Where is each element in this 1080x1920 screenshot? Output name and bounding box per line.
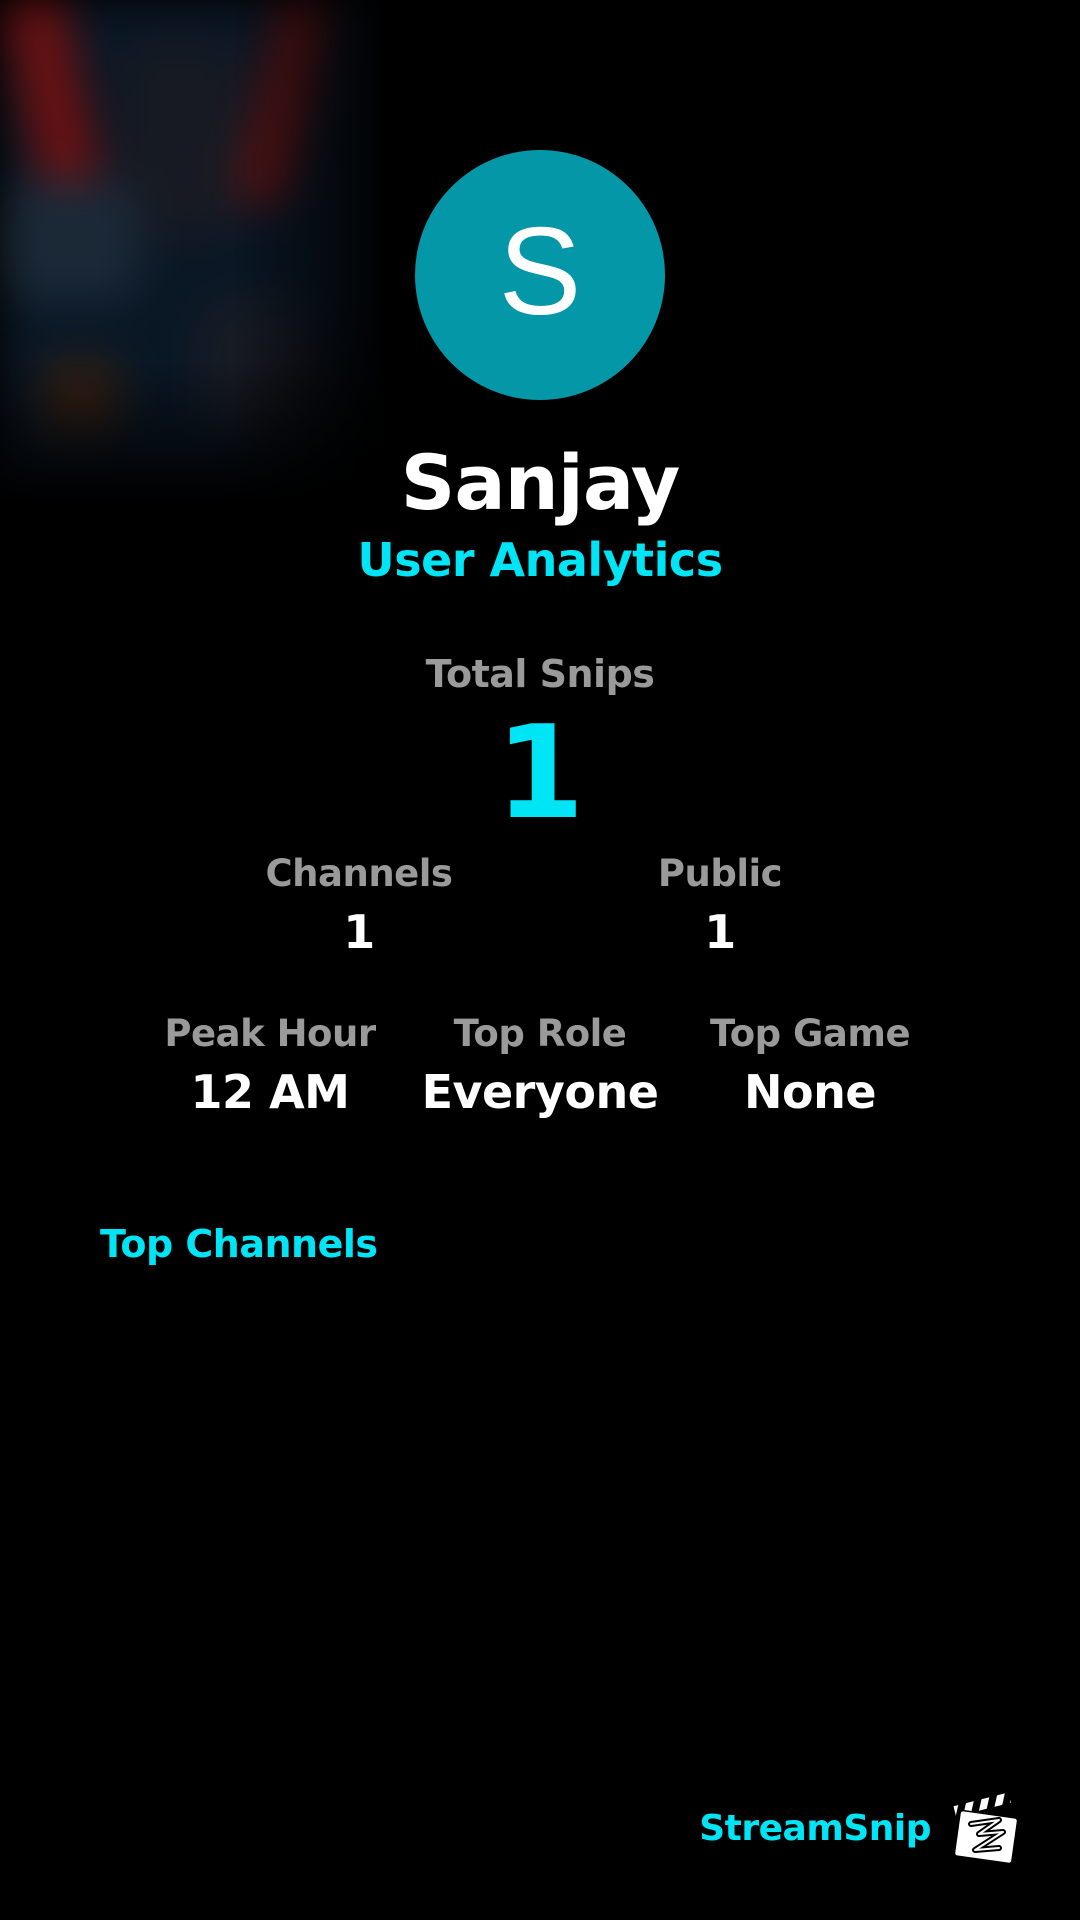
channels-stat: Channels 1 xyxy=(259,852,459,959)
top-game-label: Top Game xyxy=(709,1012,911,1055)
public-label: Public xyxy=(657,852,783,895)
top-role-value: Everyone xyxy=(421,1065,659,1119)
peak-hour-stat: Peak Hour 12 AM xyxy=(150,1012,390,1119)
peak-hour-label: Peak Hour xyxy=(164,1012,376,1055)
avatar: S xyxy=(415,150,665,400)
page-subtitle: User Analytics xyxy=(357,533,723,587)
total-snips-value: 1 xyxy=(495,699,585,848)
top-channels-heading: Top Channels xyxy=(100,1222,378,1266)
public-stat: Public 1 xyxy=(620,852,820,959)
user-name: Sanjay xyxy=(400,438,681,527)
public-value: 1 xyxy=(704,905,736,959)
peak-hour-value: 12 AM xyxy=(190,1065,350,1119)
avatar-initial: S xyxy=(498,203,582,341)
channels-label: Channels xyxy=(265,852,453,895)
brand-footer: StreamSnip xyxy=(699,1790,1025,1866)
brand-name: StreamSnip xyxy=(699,1807,931,1849)
total-snips-label: Total Snips xyxy=(425,652,655,696)
top-role-label: Top Role xyxy=(453,1012,627,1055)
top-game-stat: Top Game None xyxy=(690,1012,930,1119)
top-role-stat: Top Role Everyone xyxy=(415,1012,665,1119)
channels-value: 1 xyxy=(343,905,375,959)
clapperboard-logo-icon xyxy=(951,1790,1019,1865)
top-game-value: None xyxy=(743,1065,877,1119)
